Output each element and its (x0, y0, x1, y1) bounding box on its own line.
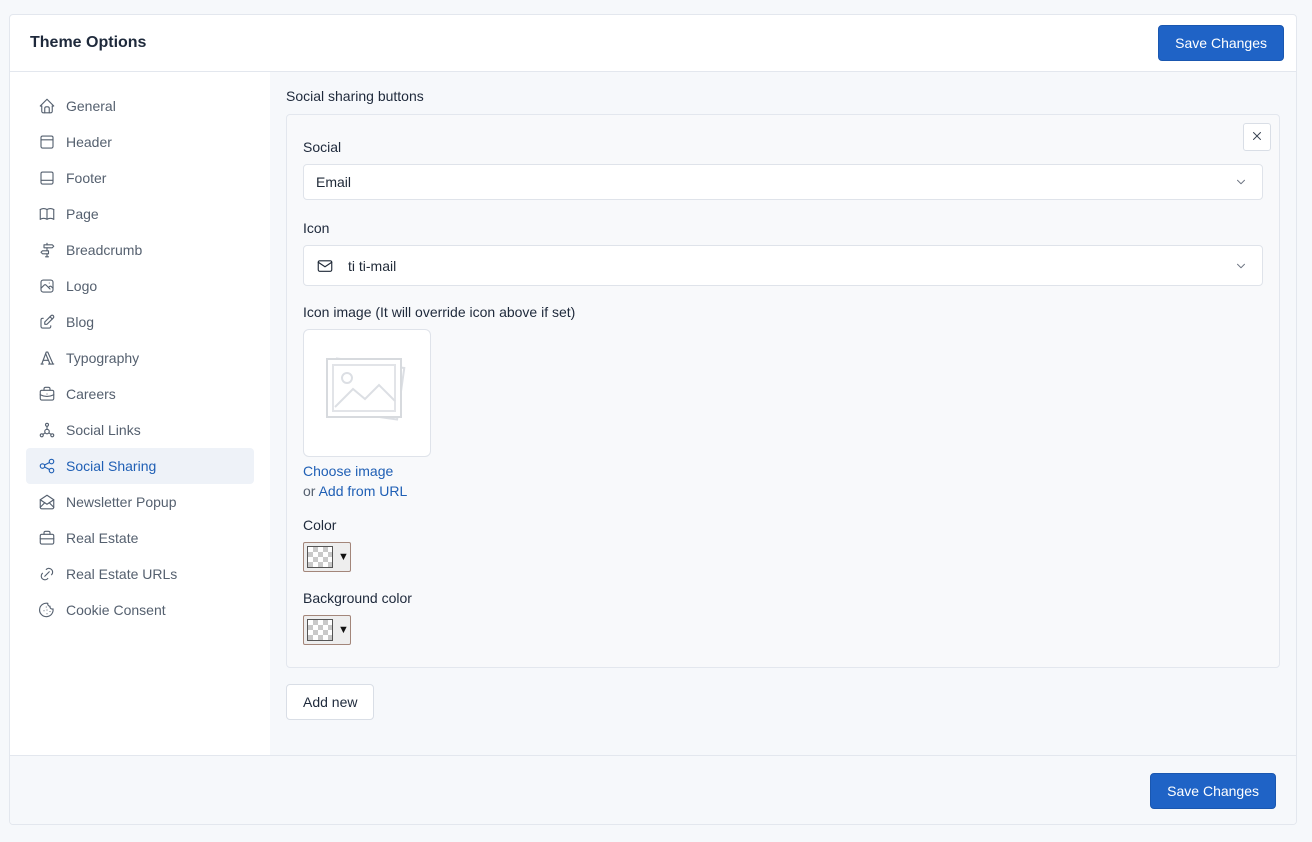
icon-select[interactable]: ti ti-mail (303, 245, 1263, 286)
link-icon (38, 565, 56, 583)
photo-icon (38, 277, 56, 295)
sidebar-item-page[interactable]: Page (26, 196, 254, 232)
sidebar-item-label: General (66, 98, 116, 114)
typography-icon (38, 349, 56, 367)
section-label: Social sharing buttons (286, 88, 424, 104)
layout-navbar-icon (38, 133, 56, 151)
sidebar-item-label: Social Links (66, 422, 141, 438)
chevron-down-icon (1234, 259, 1248, 273)
add-from-url-link[interactable]: Add from URL (319, 483, 408, 499)
page-title: Theme Options (30, 34, 147, 51)
sidebar-item-label: Typography (66, 350, 140, 366)
sidebar-item-social-links[interactable]: Social Links (26, 412, 254, 448)
sidebar-item-label: Real Estate (66, 530, 139, 546)
sidebar-item-cookie-consent[interactable]: Cookie Consent (26, 592, 254, 628)
sidebar-item-label: Careers (66, 386, 116, 402)
icon-image-label: Icon image (It will override icon above … (303, 304, 576, 320)
main-content: Social sharing buttons Social Email Icon… (270, 72, 1296, 755)
sidebar-item-label: Header (66, 134, 112, 150)
sidebar-item-label: Blog (66, 314, 95, 330)
sidebar-item-label: Breadcrumb (66, 242, 143, 258)
sidebar: General Header Footer Page Breadcrumb Lo… (10, 72, 270, 755)
color-swatch (307, 546, 333, 568)
social-icon (38, 421, 56, 439)
sidebar-item-label: Social Sharing (66, 458, 157, 474)
briefcase-icon (38, 385, 56, 403)
card-header: Theme Options Save Changes (10, 15, 1296, 72)
social-select-value: Email (316, 174, 352, 190)
caret-down-icon: ▼ (338, 624, 349, 636)
remove-item-button[interactable] (1243, 123, 1271, 151)
close-icon (1250, 129, 1264, 146)
directions-icon (38, 241, 56, 259)
theme-options-card: Theme Options Save Changes General Heade… (9, 14, 1297, 825)
mail-icon (316, 257, 334, 275)
mail-opened-icon (38, 493, 56, 511)
add-new-button[interactable]: Add new (286, 684, 375, 720)
color-label: Color (303, 517, 337, 533)
briefcase-2-icon (38, 529, 56, 547)
sidebar-item-label: Cookie Consent (66, 602, 166, 618)
background-color-swatch (307, 619, 333, 641)
sidebar-item-label: Footer (66, 170, 107, 186)
save-changes-button-top[interactable]: Save Changes (1158, 25, 1284, 61)
chevron-down-icon (1234, 175, 1248, 189)
sidebar-item-typography[interactable]: Typography (26, 340, 254, 376)
background-color-picker[interactable]: ▼ (303, 615, 351, 645)
card-footer: Save Changes (10, 755, 1296, 824)
sidebar-item-footer[interactable]: Footer (26, 160, 254, 196)
background-color-label: Background color (303, 590, 412, 606)
sidebar-item-real-estate[interactable]: Real Estate (26, 520, 254, 556)
save-changes-button-bottom[interactable]: Save Changes (1150, 772, 1276, 809)
sidebar-item-newsletter-popup[interactable]: Newsletter Popup (26, 484, 254, 520)
image-placeholder[interactable] (303, 329, 431, 457)
image-placeholder-icon (326, 357, 406, 421)
or-text: or (303, 483, 316, 499)
sidebar-item-label: Real Estate URLs (66, 566, 178, 582)
color-picker[interactable]: ▼ (303, 542, 351, 572)
sidebar-item-label: Newsletter Popup (66, 494, 177, 510)
add-from-url-line: or Add from URL (303, 483, 1263, 499)
content-layout: General Header Footer Page Breadcrumb Lo… (10, 72, 1296, 755)
sidebar-item-general[interactable]: General (26, 88, 254, 124)
choose-image-link[interactable]: Choose image (303, 463, 393, 479)
social-sharing-item: Social Email Icon ti ti-mail Icon image … (286, 114, 1280, 668)
sidebar-item-careers[interactable]: Careers (26, 376, 254, 412)
icon-label: Icon (303, 220, 330, 236)
edit-icon (38, 313, 56, 331)
social-select[interactable]: Email (303, 164, 1263, 200)
book-icon (38, 205, 56, 223)
sidebar-item-logo[interactable]: Logo (26, 268, 254, 304)
social-label: Social (303, 139, 342, 155)
home-icon (38, 97, 56, 115)
icon-select-value: ti ti-mail (348, 257, 397, 274)
sidebar-item-label: Logo (66, 278, 98, 294)
sidebar-item-header[interactable]: Header (26, 124, 254, 160)
sidebar-item-breadcrumb[interactable]: Breadcrumb (26, 232, 254, 268)
layout-bottombar-icon (38, 169, 56, 187)
caret-down-icon: ▼ (338, 551, 349, 563)
sidebar-item-real-estate-urls[interactable]: Real Estate URLs (26, 556, 254, 592)
share-icon (38, 457, 56, 475)
sidebar-item-blog[interactable]: Blog (26, 304, 254, 340)
cookie-icon (38, 601, 56, 619)
sidebar-item-label: Page (66, 206, 99, 222)
sidebar-item-social-sharing[interactable]: Social Sharing (26, 448, 254, 484)
